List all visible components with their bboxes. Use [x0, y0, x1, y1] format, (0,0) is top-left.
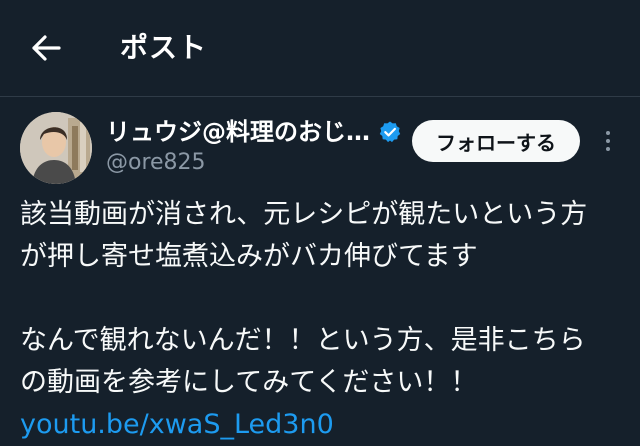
follow-button[interactable]: フォローする [412, 120, 580, 162]
author-name-row: リュウジ@料理のおじ… [106, 114, 402, 150]
header-divider [0, 96, 640, 97]
more-options-button[interactable] [596, 124, 620, 158]
post-text-line: 該当動画が消され、元レシピが観たいという方 [20, 199, 588, 230]
more-vertical-icon [606, 131, 610, 135]
author-avatar[interactable] [20, 112, 92, 184]
author-handle[interactable]: @ore825 [106, 148, 206, 178]
post-text-line: なんで観れないんだ！！という方、是非こちら [20, 325, 586, 356]
back-button[interactable] [28, 30, 64, 66]
arrow-left-icon [32, 35, 61, 61]
more-vertical-icon [606, 139, 610, 143]
page-title: ポスト [120, 31, 208, 64]
top-app-bar: ポスト [0, 0, 640, 96]
more-vertical-icon [606, 147, 610, 151]
author-display-name[interactable]: リュウジ@料理のおじ… [106, 116, 370, 148]
post-body: 該当動画が消され、元レシピが観たいという方 が押し寄せ塩煮込みがバカ伸びてます … [20, 194, 630, 446]
post-text-line: が押し寄せ塩煮込みがバカ伸びてます [20, 241, 478, 272]
avatar-image [20, 112, 92, 184]
post-text-line [20, 278, 630, 320]
verified-badge-icon [378, 120, 402, 144]
post-text-line: の動画を参考にしてみてください！！ [20, 367, 478, 398]
post-link[interactable]: youtu.be/xwaS_Led3n0 [20, 404, 630, 446]
